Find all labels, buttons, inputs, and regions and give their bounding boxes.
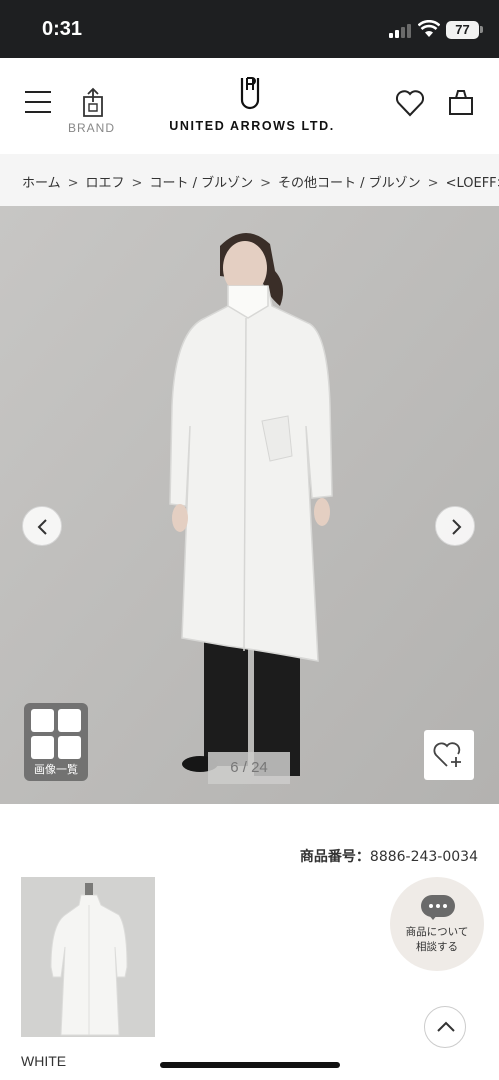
chevron-right-icon: [452, 519, 462, 535]
chat-bubble-tail: [428, 914, 438, 920]
status-bar: 0:31 77: [0, 0, 499, 58]
logo-text[interactable]: UNITED ARROWS LTD.: [166, 119, 338, 133]
product-consult-button[interactable]: 商品について 相談する: [390, 877, 484, 971]
product-consult-label: 商品について 相談する: [390, 925, 484, 955]
product-image-gallery[interactable]: 画像一覧 6 / 24: [0, 206, 499, 804]
breadcrumb-current[interactable]: <LOEFF>: [446, 176, 499, 191]
breadcrumb-brand[interactable]: ロエフ: [86, 172, 125, 191]
wifi-icon: [418, 20, 440, 37]
home-indicator: [160, 1062, 340, 1068]
color-variant-image: [21, 877, 155, 1037]
breadcrumb-separator: >: [131, 176, 143, 191]
shopping-tag-icon[interactable]: [80, 86, 106, 118]
next-image-button[interactable]: [435, 506, 475, 546]
product-consult-line2: 相談する: [416, 941, 458, 953]
chevron-left-icon: [37, 519, 47, 535]
cellular-signal-icon: [389, 24, 411, 38]
status-time: 0:31: [42, 18, 83, 40]
add-favorite-button[interactable]: [424, 730, 474, 780]
grid-icon: [31, 709, 81, 759]
breadcrumb-separator: >: [427, 176, 439, 191]
product-consult-line1: 商品について: [405, 926, 469, 938]
color-variant-thumbnail[interactable]: [21, 877, 155, 1037]
breadcrumb-separator: >: [260, 176, 272, 191]
product-code-label: 商品番号：: [299, 849, 370, 865]
united-arrows-logo-icon[interactable]: [238, 76, 262, 110]
prev-image-button[interactable]: [22, 506, 62, 546]
chat-bubble-icon: [421, 895, 455, 917]
chevron-up-icon: [437, 1021, 455, 1032]
color-name: WHITE: [21, 1053, 67, 1069]
breadcrumb: ホーム > ロエフ > コート / ブルゾン > その他コート / ブルゾン > <LOEFF>: [0, 154, 499, 206]
battery-indicator: 77: [446, 21, 479, 39]
product-code: 商品番号：8886-243-0034: [0, 846, 478, 866]
site-header: BRAND UNITED ARROWS LTD.: [0, 58, 499, 154]
image-list-label: 画像一覧: [34, 763, 78, 776]
heart-plus-icon: [433, 742, 461, 767]
hamburger-menu-icon[interactable]: [25, 91, 51, 113]
breadcrumb-subcategory[interactable]: その他コート / ブルゾン: [278, 172, 421, 191]
battery-tip: [480, 26, 483, 33]
image-list-button[interactable]: 画像一覧: [24, 703, 88, 781]
heart-icon[interactable]: [395, 89, 425, 117]
shopping-bag-icon[interactable]: [447, 88, 475, 116]
breadcrumb-home[interactable]: ホーム: [22, 172, 61, 191]
brand-label[interactable]: BRAND: [68, 121, 115, 135]
breadcrumb-category[interactable]: コート / ブルゾン: [149, 172, 253, 191]
breadcrumb-separator: >: [67, 176, 79, 191]
scroll-top-button[interactable]: [424, 1006, 466, 1048]
image-counter: 6 / 24: [208, 752, 290, 784]
product-code-value: 8886-243-0034: [369, 849, 478, 865]
